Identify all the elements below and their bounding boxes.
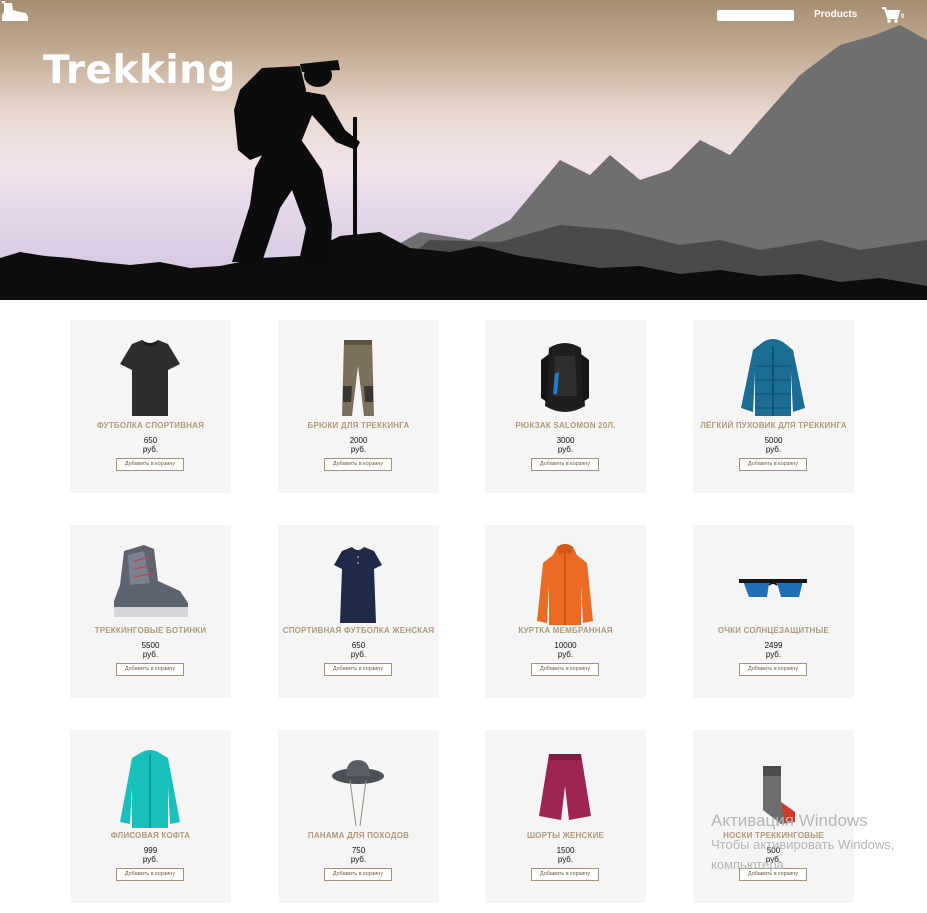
product-price: 5500 руб.: [141, 641, 160, 659]
product-price: 10000 руб.: [554, 641, 577, 659]
product-name: Очки солнцезащитные: [717, 626, 830, 635]
shorts-icon: [539, 754, 591, 820]
add-to-cart-button[interactable]: Добавить в корзину: [116, 458, 184, 471]
add-to-cart-button[interactable]: Добавить в корзину: [531, 458, 599, 471]
watermark-text: Чтобы активировать Windows, компьютера.: [711, 837, 895, 872]
product-card: Рюкзак Salomon 20л. 3000 руб. Добавить в …: [485, 320, 646, 493]
product-price: 750 руб.: [350, 846, 367, 864]
add-to-cart-button[interactable]: Добавить в корзину: [116, 663, 184, 676]
product-name: Шорты женские: [526, 831, 605, 840]
product-card: Очки солнцезащитные 2499 руб. Добавить в …: [693, 525, 854, 698]
add-to-cart-button[interactable]: Добавить в корзину: [324, 663, 392, 676]
product-card: Куртка мембранная 10000 руб. Добавить в к…: [485, 525, 646, 698]
product-card: Треккинговые ботинки 5500 руб. Добавить в…: [70, 525, 231, 698]
product-price: 5000 руб.: [764, 436, 783, 454]
tshirt-icon: [120, 340, 180, 416]
add-to-cart-button[interactable]: Добавить в корзину: [324, 458, 392, 471]
hiking-boot-icon[interactable]: [0, 0, 30, 22]
sunglasses-icon: [739, 579, 807, 597]
product-name: Флисовая кофта: [110, 831, 191, 840]
product-card: Панама для походов 750 руб. Добавить в ко…: [278, 730, 439, 903]
backpack-icon: [541, 343, 589, 412]
mountain-silhouette: [0, 25, 927, 300]
women-tshirt-icon: [334, 547, 382, 623]
page-title: Trekking: [43, 48, 236, 93]
product-card: Спортивная футболка женская 650 руб. Доба…: [278, 525, 439, 698]
down-jacket-icon: [741, 339, 805, 416]
add-to-cart-button[interactable]: Добавить в корзину: [531, 868, 599, 881]
add-to-cart-button[interactable]: Добавить в корзину: [324, 868, 392, 881]
product-card: Флисовая кофта 999 руб. Добавить в корзин…: [70, 730, 231, 903]
add-to-cart-button[interactable]: Добавить в корзину: [531, 663, 599, 676]
product-card: Лёгкий пуховик для треккинга 5000 руб. До…: [693, 320, 854, 493]
product-name: Рюкзак Salomon 20л.: [515, 421, 616, 430]
product-name: Футболка спортивная: [96, 421, 205, 430]
watermark-title: Активация Windows: [711, 811, 868, 830]
product-price: 2000 руб.: [349, 436, 368, 454]
product-name: Треккинговые ботинки: [94, 626, 207, 635]
product-card: Футболка спортивная 650 руб. Добавить в к…: [70, 320, 231, 493]
page: Trekking Products 0 Футболка спортивная …: [0, 0, 927, 913]
windows-activation-watermark: Активация Windows Чтобы активировать Win…: [711, 811, 894, 875]
cart-button[interactable]: 0: [881, 6, 907, 24]
add-to-cart-button[interactable]: Добавить в корзину: [739, 458, 807, 471]
product-name: Брюки для треккинга: [307, 421, 410, 430]
jacket-icon: [537, 544, 593, 625]
product-name: Спортивная футболка женская: [282, 626, 435, 635]
pants-icon: [342, 340, 374, 416]
boot-icon: [114, 545, 188, 617]
hero-banner: Trekking Products 0: [0, 0, 927, 300]
product-price: 650 руб.: [350, 641, 367, 659]
product-price: 650 руб.: [142, 436, 159, 454]
product-name: Куртка мембранная: [518, 626, 613, 635]
product-card: Брюки для треккинга 2000 руб. Добавить в …: [278, 320, 439, 493]
product-price: 999 руб.: [142, 846, 159, 864]
nav-products-link[interactable]: Products: [814, 9, 857, 20]
product-price: 3000 руб.: [556, 436, 575, 454]
product-card: Шорты женские 1500 руб. Добавить в корзин…: [485, 730, 646, 903]
hat-icon: [332, 760, 384, 827]
product-price: 2499 руб.: [764, 641, 783, 659]
cart-icon: [882, 7, 901, 23]
search-input[interactable]: [717, 10, 794, 21]
product-name: Лёгкий пуховик для треккинга: [700, 421, 847, 430]
cart-count-badge: 0: [901, 14, 905, 20]
fleece-icon: [120, 750, 180, 828]
add-to-cart-button[interactable]: Добавить в корзину: [116, 868, 184, 881]
product-name: Панама для походов: [307, 831, 410, 840]
add-to-cart-button[interactable]: Добавить в корзину: [739, 663, 807, 676]
product-price: 1500 руб.: [556, 846, 575, 864]
